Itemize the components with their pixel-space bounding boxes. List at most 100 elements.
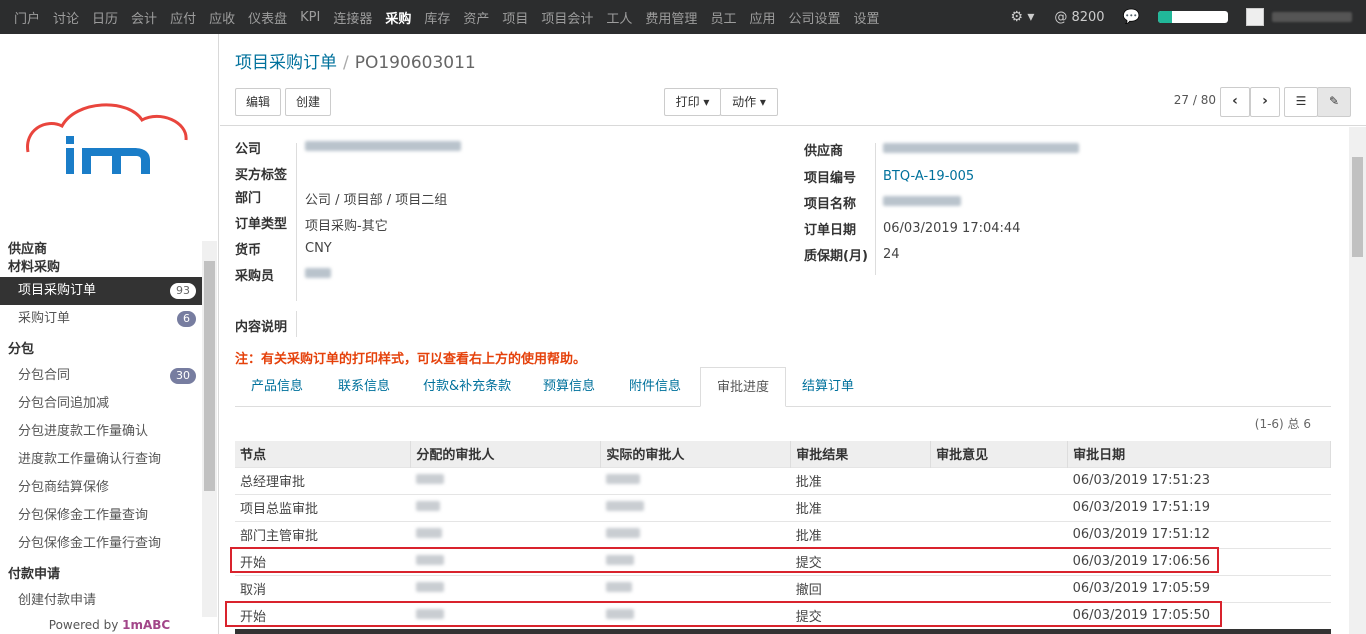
menu-item[interactable]: 日历 <box>92 8 118 27</box>
powered-brand[interactable]: 1mABC <box>122 618 170 632</box>
username[interactable] <box>1272 12 1352 22</box>
menu-item[interactable]: 连接器 <box>333 8 372 27</box>
bottom-bar <box>235 629 1331 634</box>
sidebar-item-label: 进度款工作量确认行查询 <box>18 452 162 467</box>
sidebar-item[interactable]: 分包商结算保修 <box>0 474 202 502</box>
table-row[interactable]: 项目总监审批 批准 06/03/2019 17:51:19 <box>235 493 1331 521</box>
column-header[interactable]: 审批意见 <box>930 441 1069 467</box>
sidebar: 供应商 材料采购 项目采购订单 93 采购订单 6 分包 分包合同 30 分包合同追加减 分包进度款… <box>0 34 219 634</box>
table-cell: 06/03/2019 17:51:12 <box>1067 520 1331 548</box>
menu-item[interactable]: 库存 <box>424 8 450 27</box>
caret-down-icon: ▾ <box>759 95 766 109</box>
company-logo <box>26 103 188 174</box>
field-value[interactable] <box>883 142 1079 157</box>
sidebar-item[interactable]: 分包保修金工作量查询 <box>0 502 202 530</box>
breadcrumb-link[interactable]: 项目采购订单 <box>235 53 337 73</box>
tab-item[interactable]: 付款&补充条款 <box>407 367 527 407</box>
print-dropdown[interactable]: 打印 ▾ <box>664 88 721 116</box>
menu-item[interactable]: 采购 <box>385 8 411 27</box>
column-header[interactable]: 审批结果 <box>790 441 932 467</box>
caret-down-icon: ▾ <box>703 95 710 109</box>
breadcrumb-separator: / <box>343 53 349 73</box>
menu-item[interactable]: 资产 <box>463 8 489 27</box>
sidebar-item-label: 分包商结算保修 <box>18 480 110 495</box>
table-row[interactable]: 部门主管审批 批准 06/03/2019 17:51:12 <box>235 520 1331 548</box>
field-label: 项目名称 <box>804 197 857 212</box>
pager-next-button[interactable]: › <box>1250 87 1280 117</box>
progress-bar <box>1158 11 1228 23</box>
table-row[interactable]: 总经理审批 批准 06/03/2019 17:51:23 <box>235 466 1331 494</box>
form-sheet-bg: 内容说明 注：有关采购订单的打印样式，可以查看右上方的使用帮助。 产品信息 联系信… <box>220 127 1349 634</box>
field-value: 公司 / 项目部 / 项目二组 <box>305 193 448 208</box>
breadcrumb-current: PO190603011 <box>354 53 476 73</box>
sidebar-item[interactable]: 项目采购订单 93 <box>0 277 202 305</box>
column-header[interactable]: 分配的审批人 <box>410 441 602 467</box>
column-header[interactable]: 审批日期 <box>1067 441 1331 467</box>
menu-item[interactable]: 仪表盘 <box>248 8 287 27</box>
sidebar-scrollbar[interactable] <box>202 241 217 617</box>
table-cell: 06/03/2019 17:51:23 <box>1067 466 1331 494</box>
table-cell <box>410 520 601 548</box>
field-label: 采购员 <box>235 269 275 284</box>
sidebar-item[interactable]: 进度款工作量确认行查询 <box>0 446 202 474</box>
sidebar-item[interactable]: 分包进度款工作量确认 <box>0 418 202 446</box>
mention-counter[interactable]: @ 8200 <box>1054 10 1104 25</box>
form-view-icon[interactable]: ✎ <box>1317 87 1351 117</box>
tab-item[interactable]: 产品信息 <box>235 367 319 407</box>
field-value[interactable]: BTQ-A-19-005 <box>883 169 974 184</box>
tab-item[interactable]: 审批进度 <box>700 367 787 407</box>
menu-item[interactable]: 应付 <box>170 8 196 27</box>
table-cell: 批准 <box>790 493 931 521</box>
menu-item[interactable]: 工人 <box>606 8 632 27</box>
table-cell: 批准 <box>790 520 931 548</box>
menu-item[interactable]: 会计 <box>131 8 157 27</box>
field-label: 订单类型 <box>235 217 288 232</box>
edit-button[interactable]: 编辑 <box>235 88 281 116</box>
tab-item[interactable]: 联系信息 <box>322 367 406 407</box>
tab-item[interactable]: 预算信息 <box>527 367 611 407</box>
pager-previous-button[interactable]: ‹ <box>1220 87 1250 117</box>
menu-item[interactable]: KPI <box>300 10 320 25</box>
field-value <box>883 195 961 210</box>
sidebar-item-label: 分包合同 <box>18 368 71 383</box>
action-dropdown[interactable]: 动作 ▾ <box>720 88 778 116</box>
table-cell: 总经理审批 <box>235 466 411 494</box>
column-header[interactable]: 实际的审批人 <box>600 441 792 467</box>
menu-item[interactable]: 应用 <box>749 8 775 27</box>
table-cell: 批准 <box>790 466 931 494</box>
sidebar-item-label: 创建付款申请 <box>18 593 97 608</box>
sidebar-item-label: 项目采购订单 <box>18 283 97 298</box>
menu-item[interactable]: 费用管理 <box>645 8 697 27</box>
sidebar-section-title: 付款申请 <box>8 567 61 582</box>
count-badge: 6 <box>177 311 196 327</box>
sidebar-item[interactable]: 分包保修金工作量行查询 <box>0 530 202 558</box>
tab-item[interactable]: 附件信息 <box>613 367 697 407</box>
sidebar-item[interactable]: 创建付款申请 <box>0 587 202 615</box>
chat-icon[interactable]: 💬 <box>1123 9 1140 25</box>
pager-value[interactable]: 27 / 80 <box>1174 93 1216 107</box>
tab-item[interactable]: 结算订单 <box>786 367 870 407</box>
field-label: 订单日期 <box>804 223 857 238</box>
menu-item[interactable]: 门户 <box>14 8 40 27</box>
menu-item[interactable]: 讨论 <box>53 8 79 27</box>
menu-item[interactable]: 公司设置 <box>788 8 840 27</box>
table-cell <box>410 574 601 602</box>
table-row[interactable]: 取消 撤回 06/03/2019 17:05:59 <box>235 574 1331 602</box>
menu-item[interactable]: 设置 <box>853 8 879 27</box>
field-label: 部门 <box>235 191 262 206</box>
create-button[interactable]: 创建 <box>285 88 331 116</box>
sidebar-item[interactable]: 分包合同 30 <box>0 362 202 390</box>
table-cell: 取消 <box>235 574 411 602</box>
menu-item[interactable]: 应收 <box>209 8 235 27</box>
main-scrollbar[interactable] <box>1349 127 1366 634</box>
column-header[interactable]: 节点 <box>235 441 412 467</box>
menu-item[interactable]: 员工 <box>710 8 736 27</box>
menu-item[interactable]: 项目会计 <box>541 8 593 27</box>
menu-item[interactable]: 项目 <box>502 8 528 27</box>
list-view-icon[interactable]: ☰ <box>1284 87 1318 117</box>
field-label: 项目编号 <box>804 171 857 186</box>
gear-icon[interactable]: ⚙ ▾ <box>1010 9 1034 25</box>
sidebar-item[interactable]: 采购订单 6 <box>0 305 202 333</box>
sidebar-item[interactable]: 分包合同追加减 <box>0 390 202 418</box>
avatar[interactable] <box>1246 8 1264 26</box>
